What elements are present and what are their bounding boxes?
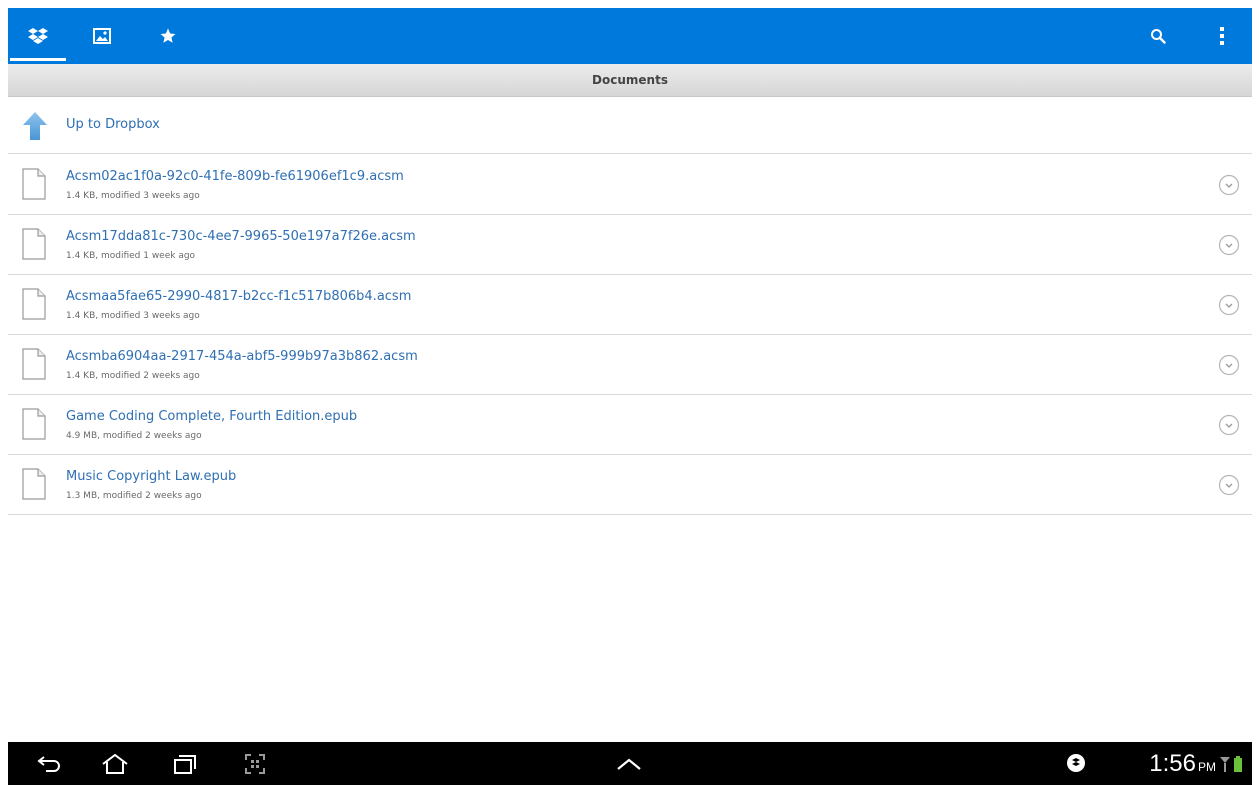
up-to-parent-row[interactable]: Up to Dropbox	[8, 97, 1252, 154]
overflow-menu-icon	[1220, 27, 1224, 45]
chevron-up-icon	[617, 758, 641, 770]
back-icon	[37, 755, 60, 772]
file-row[interactable]: Acsm02ac1f0a-92c0-41fe-809b-fe61906ef1c9…	[8, 155, 1252, 215]
tab-photos[interactable]	[72, 8, 132, 64]
file-meta: 1.4 KB, modified 1 week ago	[66, 251, 196, 261]
file-meta: 4.9 MB, modified 2 weeks ago	[66, 431, 202, 441]
recent-apps-button[interactable]	[160, 742, 210, 785]
app-tray-button[interactable]	[604, 742, 654, 785]
folder-title-bar: Documents	[8, 64, 1252, 97]
file-name: Acsm02ac1f0a-92c0-41fe-809b-fe61906ef1c9…	[66, 169, 404, 184]
file-meta: 1.4 KB, modified 2 weeks ago	[66, 371, 200, 381]
photos-icon	[93, 28, 111, 44]
home-icon	[102, 753, 128, 774]
dropbox-icon	[28, 28, 48, 44]
file-list: Acsm02ac1f0a-92c0-41fe-809b-fe61906ef1c9…	[8, 155, 1252, 515]
file-row[interactable]: Acsmba6904aa-2917-454a-abf5-999b97a3b862…	[8, 335, 1252, 395]
file-meta: 1.4 KB, modified 3 weeks ago	[66, 191, 200, 201]
search-icon	[1151, 29, 1166, 44]
back-button[interactable]	[24, 742, 74, 785]
signal-battery-icon	[1220, 756, 1242, 772]
file-options-icon[interactable]	[1218, 294, 1240, 316]
file-name: Music Copyright Law.epub	[66, 469, 237, 484]
document-file-icon	[22, 168, 46, 200]
file-row[interactable]: Music Copyright Law.epub 1.3 MB, modified…	[8, 455, 1252, 515]
clock-ampm: PM	[1198, 760, 1216, 774]
document-file-icon	[22, 288, 46, 320]
screenshot-button[interactable]	[230, 742, 280, 785]
file-options-icon[interactable]	[1218, 354, 1240, 376]
tab-favorites[interactable]	[138, 8, 198, 64]
file-row[interactable]: Game Coding Complete, Fourth Edition.epu…	[8, 395, 1252, 455]
file-row[interactable]: Acsmaa5fae65-2990-4817-b2cc-f1c517b806b4…	[8, 275, 1252, 335]
recent-apps-icon	[174, 754, 196, 774]
system-navigation-bar: 1:56 PM	[8, 742, 1252, 785]
overflow-menu-button[interactable]	[1194, 8, 1250, 64]
file-row[interactable]: Acsm17dda81c-730c-4ee7-9965-50e197a7f26e…	[8, 215, 1252, 275]
file-options-icon[interactable]	[1218, 174, 1240, 196]
search-button[interactable]	[1130, 8, 1186, 64]
file-meta: 1.4 KB, modified 3 weeks ago	[66, 311, 200, 321]
up-to-parent-label: Up to Dropbox	[66, 117, 160, 132]
clock-time: 1:56	[1149, 750, 1196, 777]
file-options-icon[interactable]	[1218, 474, 1240, 496]
action-bar	[8, 8, 1252, 64]
file-name: Game Coding Complete, Fourth Edition.epu…	[66, 409, 358, 424]
file-meta: 1.3 MB, modified 2 weeks ago	[66, 491, 202, 501]
file-name: Acsmba6904aa-2917-454a-abf5-999b97a3b862…	[66, 349, 418, 364]
tab-dropbox[interactable]	[8, 8, 68, 64]
file-name: Acsm17dda81c-730c-4ee7-9965-50e197a7f26e…	[66, 229, 416, 244]
document-file-icon	[22, 408, 46, 440]
document-file-icon	[22, 468, 46, 500]
document-file-icon	[22, 228, 46, 260]
status-clock: 1:56 PM	[1149, 750, 1216, 781]
folder-title: Documents	[592, 73, 668, 87]
file-options-icon[interactable]	[1218, 234, 1240, 256]
favorites-star-icon	[160, 28, 176, 43]
up-arrow-icon	[23, 112, 47, 140]
sync-status-icon	[1067, 754, 1085, 772]
document-file-icon	[22, 348, 46, 380]
home-button[interactable]	[90, 742, 140, 785]
file-options-icon[interactable]	[1218, 414, 1240, 436]
file-name: Acsmaa5fae65-2990-4817-b2cc-f1c517b806b4…	[66, 289, 412, 304]
screenshot-icon	[245, 753, 265, 774]
